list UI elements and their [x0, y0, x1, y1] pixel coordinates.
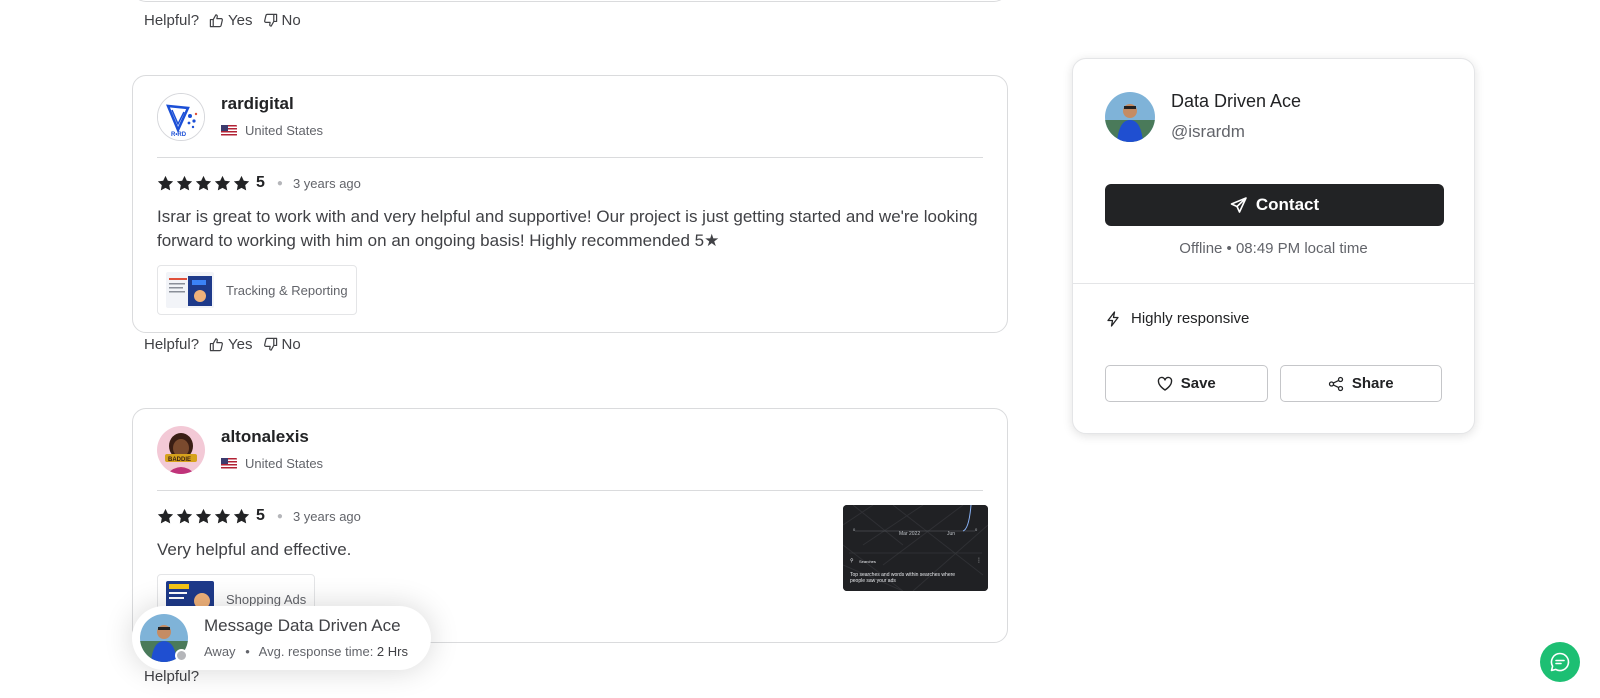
attachment-axis-right-label: Jun [947, 531, 956, 537]
star-icon [195, 508, 212, 523]
service-tag-label: Tracking & Reporting [226, 282, 348, 298]
review-header: BADDIE altonalexis United States [157, 426, 983, 474]
review-country: United States [221, 456, 323, 471]
seller-avatar[interactable] [1105, 91, 1155, 142]
seller-contact-card: Data Driven Ace @isrardm Contact Offline… [1072, 58, 1475, 434]
character-avatar-icon: BADDIE [157, 426, 205, 474]
thumbs-down-icon [263, 337, 277, 351]
seller-status: Offline • 08:49 PM local time [1179, 240, 1368, 257]
star-icon [233, 175, 250, 190]
helpful-label: Helpful? [144, 12, 200, 29]
review-rating-row: 5 ● 3 years ago [157, 174, 983, 192]
star-rating [157, 175, 250, 192]
seller-handle: @isrardm [1171, 122, 1245, 141]
message-subtitle: Away • Avg. response time: 2 Hrs [204, 643, 408, 659]
thumbs-up-icon [209, 338, 224, 352]
separator-dot: ● [276, 177, 283, 189]
star-icon [214, 175, 231, 190]
seller-info: Data Driven Ace @isrardm [1073, 59, 1474, 142]
lightning-icon [1107, 310, 1119, 327]
us-flag-icon [221, 125, 237, 136]
heart-icon [1157, 376, 1172, 391]
previous-review-card-edge [132, 0, 1008, 2]
star-icon [195, 175, 212, 190]
message-seller-pill[interactable]: Message Data Driven Ace Away • Avg. resp… [132, 606, 431, 670]
review-card: R•RD rardigital United States 5 ● 3 year… [132, 75, 1008, 333]
star-icon [214, 508, 231, 523]
separator-dot: ● [276, 510, 283, 522]
helpful-label: Helpful? [144, 668, 200, 685]
star-icon [233, 508, 250, 523]
service-tag-label: Shopping Ads [226, 591, 307, 607]
chat-bubble-icon [1550, 652, 1570, 672]
attachment-axis-right: 0 [975, 527, 978, 532]
send-icon [1230, 197, 1247, 213]
star-rating [157, 508, 250, 525]
attachment-axis-left: 0 [853, 527, 856, 532]
star-icon [176, 508, 193, 523]
star-icon [157, 175, 174, 190]
helpful-yes-button[interactable]: Yes [209, 12, 253, 29]
review-time: 3 years ago [292, 508, 361, 524]
helpful-bar: Helpful? Yes No [144, 336, 301, 353]
contact-button[interactable]: Contact [1105, 184, 1444, 226]
chat-button[interactable] [1540, 642, 1580, 682]
review-country: United States [221, 123, 323, 138]
us-flag-icon [221, 458, 237, 469]
message-avatar [140, 614, 188, 662]
review-divider [157, 490, 983, 491]
helpful-no-button[interactable]: No [263, 12, 301, 29]
thumbs-up-icon [209, 14, 224, 28]
star-icon [157, 508, 174, 523]
search-icon: ⚲ [850, 558, 854, 564]
review-header: R•RD rardigital United States [157, 93, 983, 141]
review-attachment-image[interactable]: 0 Mar 2022 Jun 0 ⚲ Searches ⋮ Top search… [843, 505, 988, 591]
helpful-yes-button[interactable]: Yes [209, 336, 253, 353]
attachment-caption: Top searches and words within searches w… [850, 572, 956, 584]
svg-text:BADDIE: BADDIE [168, 457, 191, 463]
rating-value: 5 [256, 507, 265, 524]
attachment-search-label: Searches [859, 559, 876, 564]
review-username[interactable]: altonalexis [221, 427, 323, 447]
rating-value: 5 [256, 174, 265, 191]
attachment-axis-mid: Mar 2022 [899, 531, 921, 537]
responsive-badge: Highly responsive [1073, 284, 1474, 327]
save-button[interactable]: Save [1105, 365, 1268, 402]
helpful-label: Helpful? [144, 336, 200, 353]
service-tag[interactable]: Tracking & Reporting [157, 265, 357, 315]
message-title: Message Data Driven Ace [204, 615, 401, 635]
tag-thumbnail [166, 272, 214, 308]
share-icon [1328, 376, 1344, 391]
review-text: Israr is great to work with and very hel… [157, 207, 978, 250]
share-button[interactable]: Share [1279, 365, 1442, 402]
review-time: 3 years ago [292, 175, 361, 191]
helpful-bar-cut: Helpful? [144, 668, 199, 685]
more-icon: ⋮ [976, 558, 982, 564]
away-status-dot [175, 649, 188, 662]
seller-name[interactable]: Data Driven Ace [1171, 91, 1301, 112]
star-icon [176, 175, 193, 190]
thumbs-down-icon [263, 13, 277, 27]
card-actions: Save Share [1073, 327, 1474, 402]
review-username[interactable]: rardigital [221, 94, 323, 114]
svg-text:R•RD: R•RD [171, 132, 187, 138]
helpful-no-button[interactable]: No [263, 336, 301, 353]
review-divider [157, 157, 983, 158]
rd-logo-icon: R•RD [157, 93, 205, 141]
helpful-bar: Helpful? Yes No [144, 12, 301, 29]
